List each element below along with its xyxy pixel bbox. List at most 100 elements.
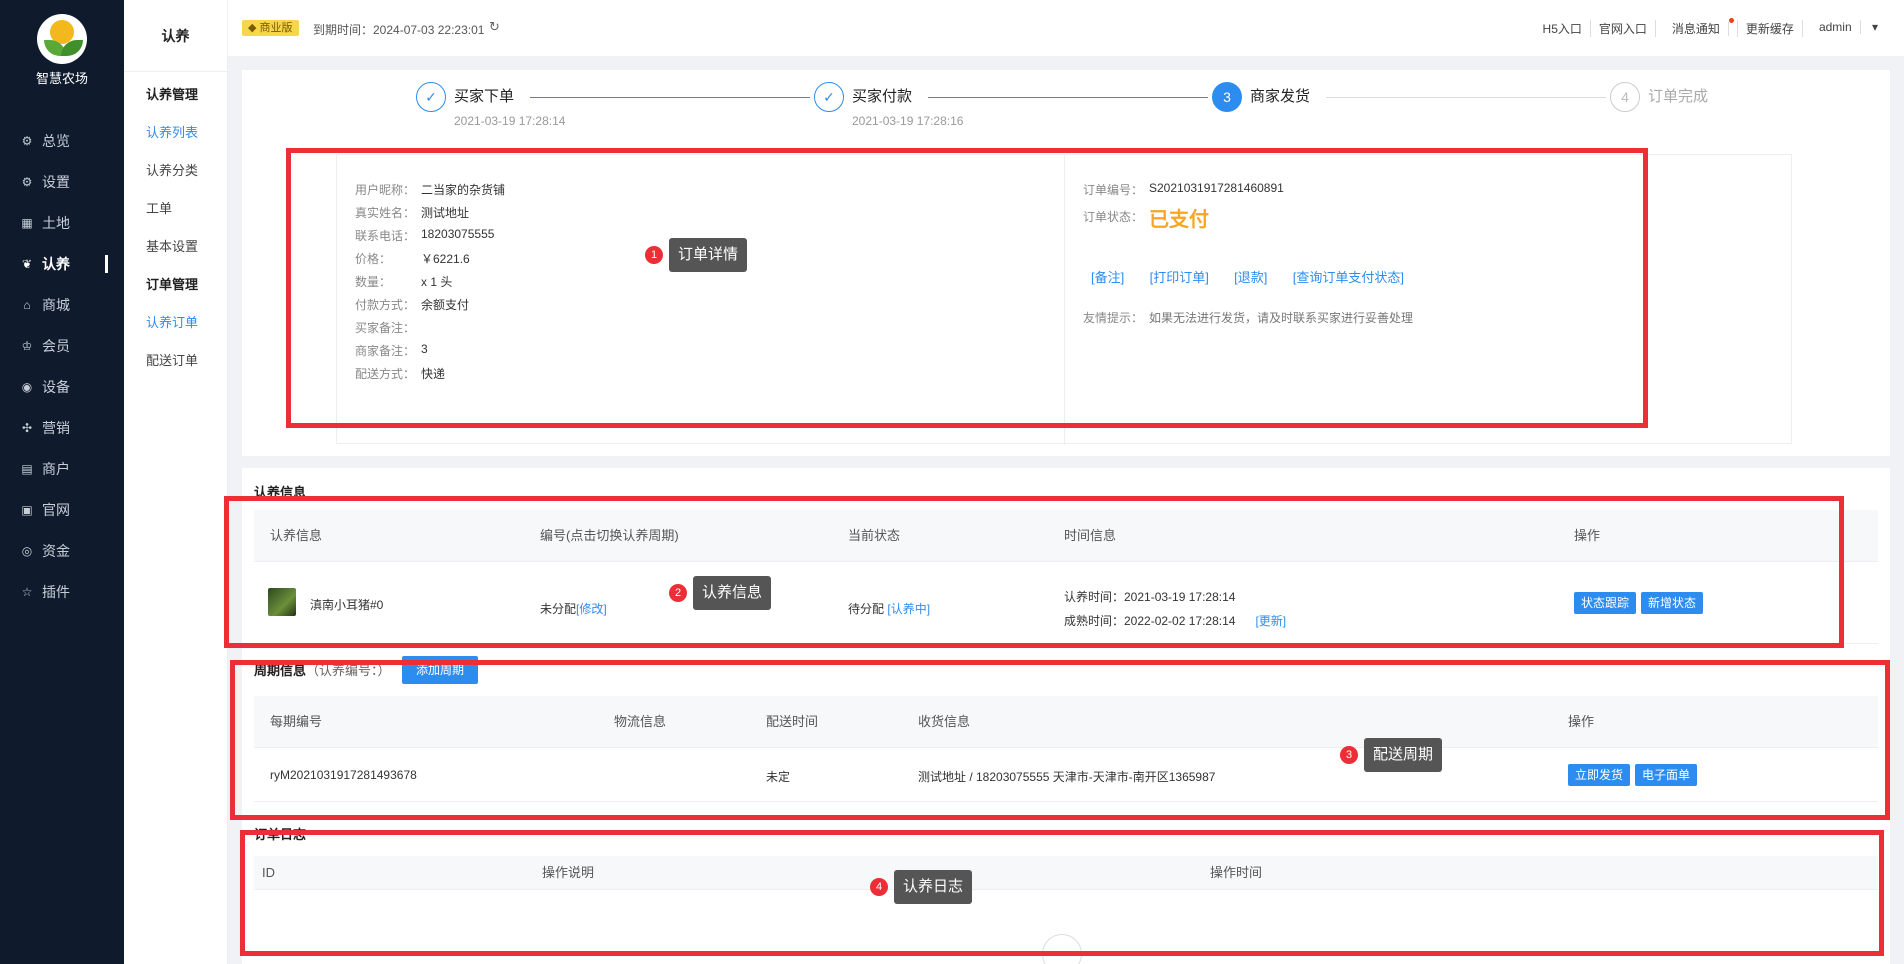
ship-time: 未定 xyxy=(766,770,791,784)
submenu-item-5: 订单管理 xyxy=(146,277,199,292)
order-log-header: ID 操作说明 操作时间 xyxy=(254,856,1878,890)
refresh-icon[interactable]: ↻ xyxy=(489,19,500,35)
step-number: 4 xyxy=(1610,82,1640,112)
logo-sun-icon xyxy=(37,14,87,64)
detail-label: 价格： xyxy=(355,252,392,266)
order-detail-left: 用户昵称： 二当家的杂货铺 真实姓名： 测试地址 联系电话： 18203075555 价格：… xyxy=(337,155,1065,445)
h5-entry-link[interactable]: H5入口 xyxy=(1535,20,1591,37)
detail-label: 配送方式： xyxy=(355,367,416,381)
detail-value: x 1 头 xyxy=(421,275,453,289)
query-pay-status-link[interactable]: [查询订单支付状态] xyxy=(1293,270,1404,285)
sidebar-item-0[interactable]: ⚙ 总览 xyxy=(0,120,124,161)
sidebar-item-label: 设置 xyxy=(42,173,70,190)
detail-value: 二当家的杂货铺 xyxy=(421,183,506,197)
diamond-icon: ◆ xyxy=(248,22,257,34)
sidebar-nav: ⚙ 总览 ⚙ 设置 ▦ 土地 ❦ 认养 ⌂ 商城 ♔ 会员 ◉ 设备 ✣ 营销 ▤ 商户 ▣ 官网 ◎ 资金 ☆ 插件 xyxy=(0,120,124,612)
detail-value: 3 xyxy=(421,342,428,356)
step-number: 3 xyxy=(1212,82,1242,112)
member-icon: ♔ xyxy=(21,338,33,353)
annotation-tag-4: 4 认养日志 xyxy=(870,870,973,904)
step-buyer-order: ✓ 买家下单 2021-03-19 17:28:14 xyxy=(416,82,565,128)
order-log-table: ID 操作说明 操作时间 xyxy=(254,856,1878,890)
adopt-info-title: 认养信息 xyxy=(254,485,307,500)
sidebar-item-label: 资金 xyxy=(42,542,70,559)
order-number: S2021031917281460891 xyxy=(1149,181,1284,195)
step-line-2 xyxy=(928,97,1208,98)
remark-link[interactable]: [备注] xyxy=(1091,270,1124,285)
sidebar-item-label: 土地 xyxy=(42,214,70,231)
message-link[interactable]: 消息通知 xyxy=(1656,18,1738,37)
unread-dot xyxy=(1728,18,1734,23)
print-order-link[interactable]: [打印订单] xyxy=(1150,270,1209,285)
submenu-item-2[interactable]: 认养分类 xyxy=(124,152,227,190)
sidebar-item-8[interactable]: ▤ 商户 xyxy=(0,448,124,489)
table-row: ryM2021031917281493678 未定 测试地址 / 1820307… xyxy=(254,748,1878,802)
detail-label: 付款方式： xyxy=(355,298,416,312)
adopt-info-table: 认养信息 编号(点击切换认养周期) 当前状态 时间信息 操作 滇南小耳猪#0 未… xyxy=(254,510,1878,644)
step-merchant-ship: 3 商家发货 xyxy=(1212,82,1310,112)
submenu-item-6[interactable]: 认养订单 xyxy=(124,304,227,342)
sidebar-item-label: 商户 xyxy=(42,460,70,477)
step-order-complete: 4 订单完成 xyxy=(1610,82,1708,112)
caret-down-icon: ▾ xyxy=(1871,20,1878,34)
sidebar-item-2[interactable]: ▦ 土地 xyxy=(0,202,124,243)
device-icon: ◉ xyxy=(21,379,33,394)
detail-label: 用户昵称： xyxy=(355,183,416,197)
sidebar-item-label: 会员 xyxy=(42,337,70,354)
sidebar-item-4[interactable]: ⌂ 商城 xyxy=(0,284,124,325)
order-steps: ✓ 买家下单 2021-03-19 17:28:14 ✓ 买家付款 2021-03-… xyxy=(416,82,1716,142)
submenu-item-7[interactable]: 配送订单 xyxy=(124,342,227,380)
receiver-info: 测试地址 / 18203075555 天津市-天津市-南开区1365987 xyxy=(918,770,1216,784)
plugin-icon: ☆ xyxy=(21,584,33,599)
sidebar-item-11[interactable]: ☆ 插件 xyxy=(0,571,124,612)
ship-now-button[interactable]: 立即发货 xyxy=(1568,764,1631,786)
step-line-3 xyxy=(1326,97,1606,98)
sidebar-item-label: 商城 xyxy=(42,296,70,313)
order-detail-right: 订单编号： S2021031917281460891 订单状态： 已支付 [备注… xyxy=(1083,181,1414,325)
modify-code-link[interactable]: [修改] xyxy=(576,602,607,616)
status-track-button[interactable]: 状态跟踪 xyxy=(1574,592,1637,614)
sidebar-item-7[interactable]: ✣ 营销 xyxy=(0,407,124,448)
submenu-item-3[interactable]: 工单 xyxy=(124,190,227,228)
sidebar-item-6[interactable]: ◉ 设备 xyxy=(0,366,124,407)
website-entry-link[interactable]: 官网入口 xyxy=(1591,20,1656,37)
adopt-icon: ❦ xyxy=(21,256,33,271)
submenu-item-0: 认养管理 xyxy=(146,87,199,102)
detail-label: 真实姓名： xyxy=(355,206,416,220)
sidebar-item-5[interactable]: ♔ 会员 xyxy=(0,325,124,366)
update-link[interactable]: [更新] xyxy=(1255,614,1286,628)
period-header: 每期编号 物流信息 配送时间 收货信息 操作 xyxy=(254,696,1878,748)
gear-icon: ⚙ xyxy=(21,174,33,189)
add-status-button[interactable]: 新增状态 xyxy=(1641,592,1704,614)
sidebar-item-10[interactable]: ◎ 资金 xyxy=(0,530,124,571)
sub-menu-title: 认养 xyxy=(124,0,227,72)
mature-time: 成熟时间：2022-02-02 17:28:14 xyxy=(1064,614,1236,628)
step-line-1 xyxy=(530,97,810,98)
submenu-item-4[interactable]: 基本设置 xyxy=(124,228,227,266)
clear-cache-link[interactable]: 更新缓存 xyxy=(1738,20,1803,37)
refund-link[interactable]: [退款] xyxy=(1234,270,1267,285)
merchant-icon: ▤ xyxy=(21,461,33,476)
sidebar-item-label: 认养 xyxy=(42,255,70,272)
detail-label: 联系电话： xyxy=(355,229,416,243)
adopting-link[interactable]: [认养中] xyxy=(887,602,930,616)
detail-label: 数量： xyxy=(355,275,392,289)
add-period-button[interactable]: 添加周期 xyxy=(402,656,479,684)
adopt-info-header: 认养信息 编号(点击切换认养周期) 当前状态 时间信息 操作 xyxy=(254,510,1878,562)
sidebar-item-9[interactable]: ▣ 官网 xyxy=(0,489,124,530)
detail-value: ￥6221.6 xyxy=(421,252,470,266)
e-waybill-button[interactable]: 电子面单 xyxy=(1635,764,1698,786)
app-logo[interactable]: 智慧农场 xyxy=(0,14,124,87)
admin-menu[interactable]: admin ▾ xyxy=(1803,20,1894,37)
detail-label: 买家备注： xyxy=(355,321,416,335)
sidebar-item-label: 营销 xyxy=(42,419,70,436)
period-number: ryM2021031917281493678 xyxy=(270,768,417,782)
submenu-item-1[interactable]: 认养列表 xyxy=(124,114,227,152)
detail-value: 测试地址 xyxy=(421,206,470,220)
sidebar-item-3[interactable]: ❦ 认养 xyxy=(0,243,124,284)
detail-label: 商家备注： xyxy=(355,344,416,358)
sidebar-item-1[interactable]: ⚙ 设置 xyxy=(0,161,124,202)
website-icon: ▣ xyxy=(21,502,33,517)
annotation-tag-1: 1 订单详情 xyxy=(645,238,748,272)
check-icon: ✓ xyxy=(416,82,446,112)
